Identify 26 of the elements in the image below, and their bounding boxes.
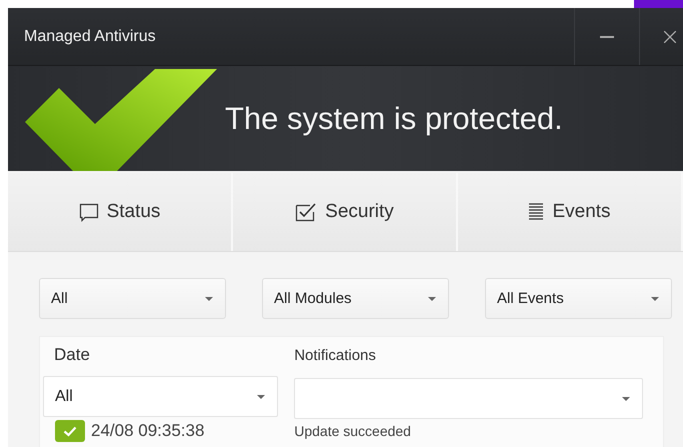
caret-icon (428, 296, 436, 300)
tab[interactable]: Events (458, 173, 683, 251)
filter-dropdown[interactable]: All Events (485, 278, 672, 319)
window-title: Managed Antivirus (24, 28, 157, 46)
filter-dropdown[interactable]: All Modules (262, 278, 449, 319)
caret-icon (622, 396, 630, 400)
event-date: 24/08 09:35:38 (91, 421, 204, 441)
accent-block (634, 0, 683, 8)
list-icon (528, 202, 544, 222)
minimize-icon (600, 36, 614, 38)
tab[interactable]: Status (8, 173, 233, 251)
tab[interactable]: Security (233, 173, 458, 251)
filter-dropdown[interactable]: All (39, 278, 226, 319)
success-icon (55, 420, 85, 442)
notifications-dropdown[interactable] (294, 378, 643, 419)
column-heading: Notifications (294, 346, 377, 366)
caret-icon (205, 296, 213, 300)
column-heading: Date (54, 345, 91, 366)
date-dropdown[interactable]: All (43, 376, 278, 417)
message-icon (78, 202, 99, 222)
status-message: The system is protected. (225, 100, 563, 136)
caret-icon (651, 296, 659, 300)
caret-icon (257, 394, 266, 398)
event-notification: Update succeeded (294, 423, 412, 439)
checkbox-icon (295, 202, 318, 222)
close-icon (664, 30, 676, 42)
